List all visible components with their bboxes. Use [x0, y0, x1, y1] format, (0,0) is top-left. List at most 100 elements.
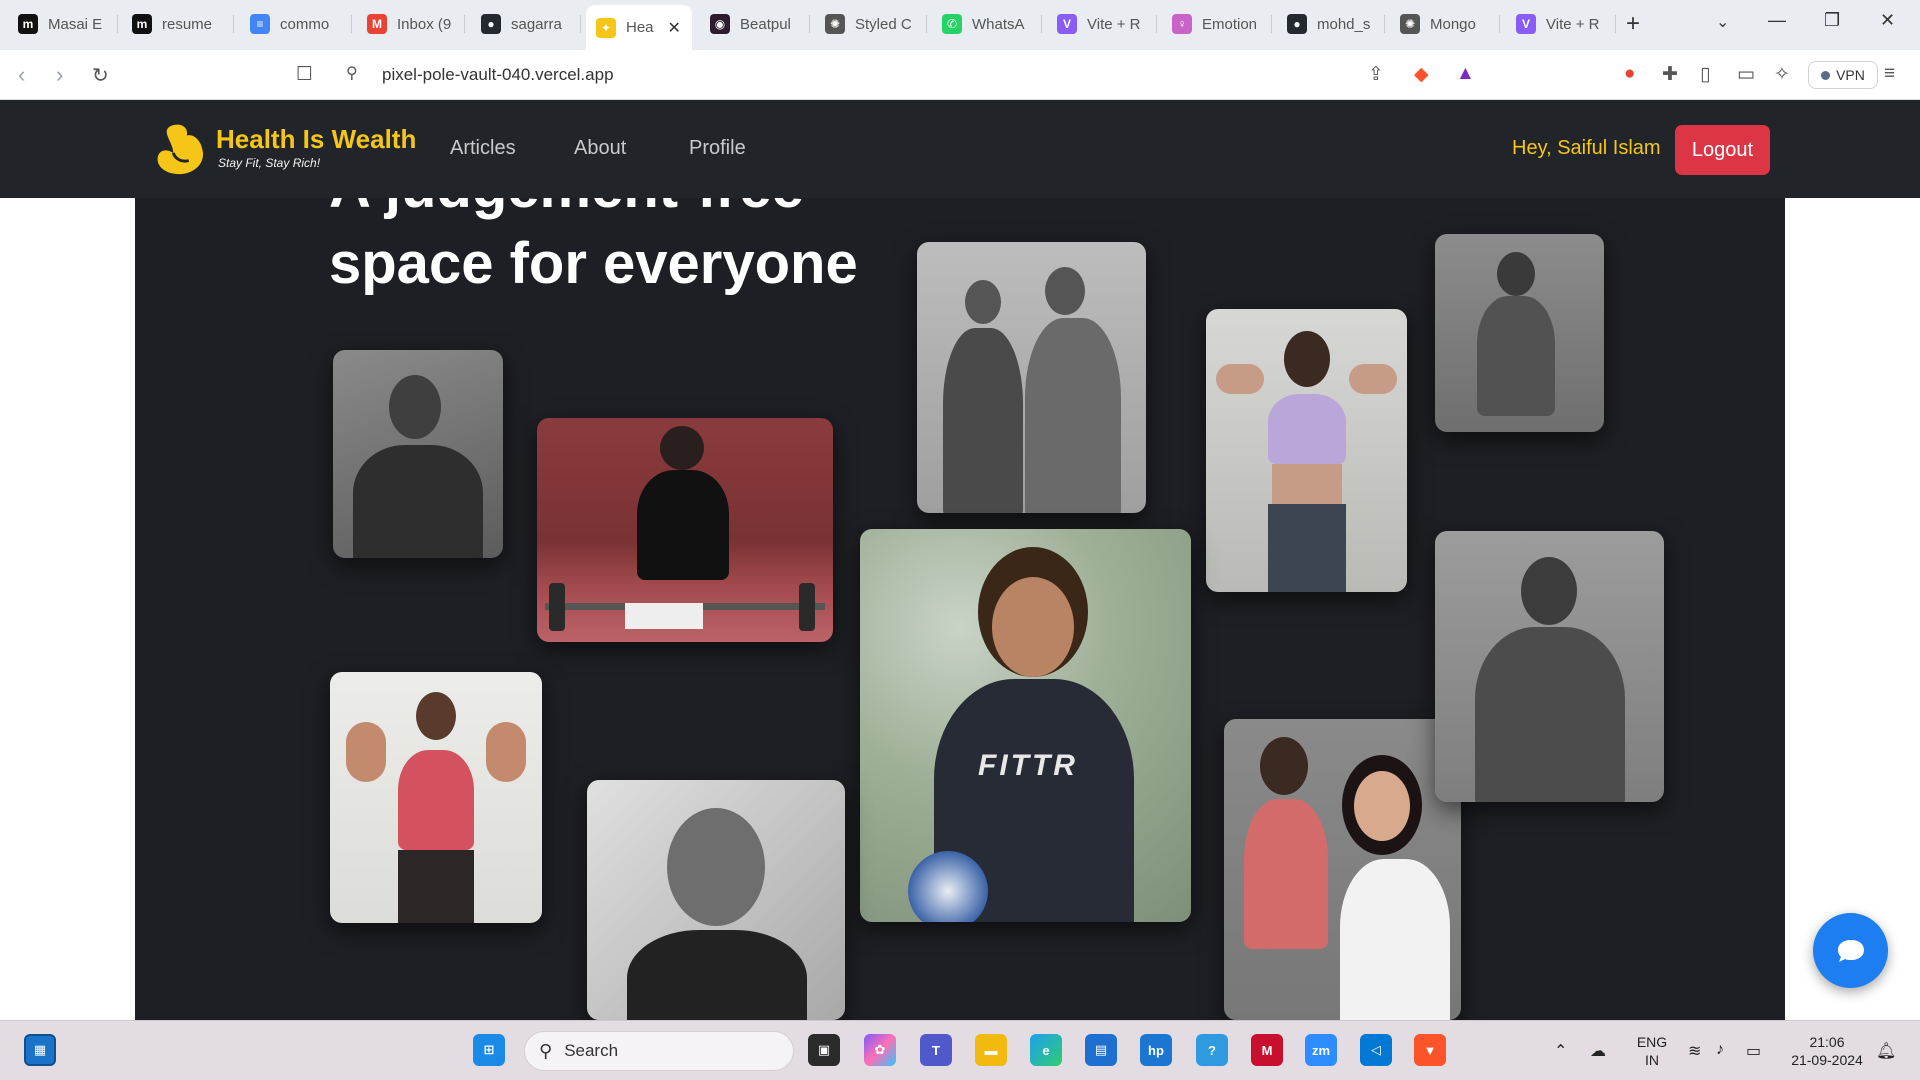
language-indicator[interactable]: ENG IN: [1634, 1033, 1670, 1069]
onedrive-icon[interactable]: ☁: [1590, 1041, 1606, 1061]
task-view-icon[interactable]: ▣: [808, 1034, 840, 1066]
region-code: IN: [1645, 1052, 1659, 1068]
vpn-status-icon: [1821, 70, 1831, 80]
tab-title: Inbox (9: [397, 15, 452, 33]
zoom-icon[interactable]: zm: [1305, 1034, 1337, 1066]
browser-tab[interactable]: V Vite + R: [1506, 5, 1616, 43]
tab-title: Hea: [626, 19, 654, 36]
browser-tab[interactable]: m resume: [122, 5, 234, 43]
brand-tagline: Stay Fit, Stay Rich!: [218, 156, 321, 170]
vpn-label: VPN: [1836, 67, 1865, 83]
extension-color-icon[interactable]: ●: [1624, 63, 1635, 85]
tab-title: Styled C: [855, 15, 912, 33]
wallet-icon[interactable]: ▭: [1737, 63, 1755, 86]
tab-search-chevron-icon[interactable]: ⌄: [1716, 12, 1729, 32]
tab-separator: [117, 15, 118, 33]
vpn-button[interactable]: VPN: [1808, 61, 1878, 89]
browser-toolbar: ‹ › ↻ ☐ ⚲ pixel-pole-vault-040.vercel.ap…: [0, 50, 1920, 100]
browser-tab[interactable]: ◉ Beatpul: [700, 5, 810, 43]
vite-icon: V: [1057, 14, 1077, 34]
photo-man-shirt: [1435, 531, 1664, 802]
edge-icon[interactable]: e: [1030, 1034, 1062, 1066]
tab-separator: [1615, 15, 1616, 33]
browser-tab[interactable]: ● mohd_s: [1277, 5, 1385, 43]
leo-ai-icon[interactable]: ✧: [1774, 63, 1790, 86]
site-info-icon[interactable]: ⚲: [346, 63, 358, 83]
microsoft-store-icon[interactable]: ▤: [1085, 1034, 1117, 1066]
browser-tab[interactable]: ✦ Hea ✕: [586, 5, 692, 50]
brave-taskbar-icon[interactable]: ▼: [1414, 1034, 1446, 1066]
tab-separator: [233, 15, 234, 33]
health-logo-icon: ✦: [596, 17, 616, 38]
browser-tab[interactable]: M Inbox (9: [357, 5, 465, 43]
browser-tab[interactable]: ♀ Emotion: [1162, 5, 1272, 43]
clock[interactable]: 21:06 21-09-2024: [1782, 1033, 1872, 1069]
myhp-icon[interactable]: hp: [1140, 1034, 1172, 1066]
browser-tab[interactable]: V Vite + R: [1047, 5, 1157, 43]
browser-tab[interactable]: ● sagarra: [471, 5, 581, 43]
tab-title: commo: [280, 15, 330, 33]
tab-separator: [1384, 15, 1385, 33]
hero-section: A judgement-free space for everyone: [135, 100, 1785, 1020]
forward-icon[interactable]: ›: [56, 62, 63, 88]
brand-name[interactable]: Health Is Wealth: [216, 124, 416, 155]
windows-taskbar: ▦ ⊞ ⚲ Search ▣ ✿ T ▬ e ▤ hp ? M zm ◁ ▼ ⌃…: [0, 1020, 1920, 1080]
site-navbar: Health Is Wealth Stay Fit, Stay Rich! Ar…: [0, 100, 1920, 198]
browser-tab[interactable]: ✺ Styled C: [815, 5, 927, 43]
search-icon: ⚲: [539, 1040, 553, 1061]
browser-tab-strip: m Masai Em resume ≡ commo M Inbox (9 ● sagarra ✦ H…: [0, 0, 1920, 50]
copilot-icon[interactable]: ✿: [864, 1034, 896, 1066]
tab-title: Vite + R: [1087, 15, 1141, 33]
logout-button[interactable]: Logout: [1675, 125, 1770, 175]
masai-icon: m: [132, 14, 152, 34]
menu-icon[interactable]: ≡: [1884, 63, 1895, 85]
search-label: Search: [564, 1041, 619, 1060]
photo-smiling-boy: [587, 780, 845, 1020]
openai-icon: ✺: [1400, 14, 1420, 34]
vscode-icon[interactable]: ◁: [1360, 1034, 1392, 1066]
minimize-icon[interactable]: —: [1768, 10, 1786, 31]
restore-icon[interactable]: ❐: [1824, 10, 1840, 31]
photo-mother-child: [1224, 719, 1461, 1020]
flexed-arm-logo-icon[interactable]: [152, 120, 210, 178]
chat-button[interactable]: [1813, 913, 1888, 988]
close-window-icon[interactable]: ✕: [1880, 10, 1895, 31]
extensions-icon[interactable]: ✚: [1662, 63, 1678, 86]
url-text[interactable]: pixel-pole-vault-040.vercel.app: [382, 65, 614, 85]
windows-start-icon[interactable]: ⊞: [473, 1034, 505, 1066]
wifi-icon[interactable]: ≋: [1688, 1041, 1701, 1061]
tab-title: Emotion: [1202, 15, 1258, 33]
share-icon[interactable]: ⇪: [1368, 63, 1384, 86]
browser-tab[interactable]: ✆ WhatsA: [932, 5, 1042, 43]
tab-separator: [926, 15, 927, 33]
browser-tab[interactable]: ≡ commo: [240, 5, 352, 43]
widgets-icon[interactable]: ▦: [24, 1034, 56, 1066]
taskbar-search[interactable]: ⚲ Search: [524, 1031, 794, 1071]
tab-separator: [580, 15, 581, 33]
tab-separator: [1156, 15, 1157, 33]
photo-man-sleeveless: [333, 350, 503, 558]
nav-link-about[interactable]: About: [574, 137, 626, 160]
browser-tab[interactable]: m Masai E: [8, 5, 118, 43]
file-explorer-icon[interactable]: ▬: [975, 1034, 1007, 1066]
bookmark-icon[interactable]: ☐: [296, 63, 313, 86]
sidebar-icon[interactable]: ▯: [1700, 63, 1710, 86]
show-hidden-icons-chevron-icon[interactable]: ⌃: [1554, 1041, 1567, 1061]
tab-separator: [1271, 15, 1272, 33]
browser-tab[interactable]: ✺ Mongo: [1390, 5, 1500, 43]
new-tab-button[interactable]: +: [1626, 10, 1640, 38]
nav-link-profile[interactable]: Profile: [689, 137, 746, 160]
back-icon[interactable]: ‹: [18, 62, 25, 88]
google-docs-icon: ≡: [250, 14, 270, 34]
brave-rewards-icon[interactable]: ▲: [1456, 63, 1475, 85]
mcafee-icon[interactable]: M: [1251, 1034, 1283, 1066]
battery-icon[interactable]: ▭: [1746, 1041, 1761, 1061]
nav-link-articles[interactable]: Articles: [450, 137, 516, 160]
brave-shields-icon[interactable]: ◆: [1414, 63, 1429, 86]
teams-icon[interactable]: T: [920, 1034, 952, 1066]
volume-icon[interactable]: ♪: [1716, 1041, 1724, 1059]
notifications-bell-icon[interactable]: 🔔︎: [1876, 1041, 1896, 1061]
reload-icon[interactable]: ↻: [92, 63, 109, 88]
close-tab-icon[interactable]: ✕: [668, 18, 681, 38]
get-help-icon[interactable]: ?: [1196, 1034, 1228, 1066]
